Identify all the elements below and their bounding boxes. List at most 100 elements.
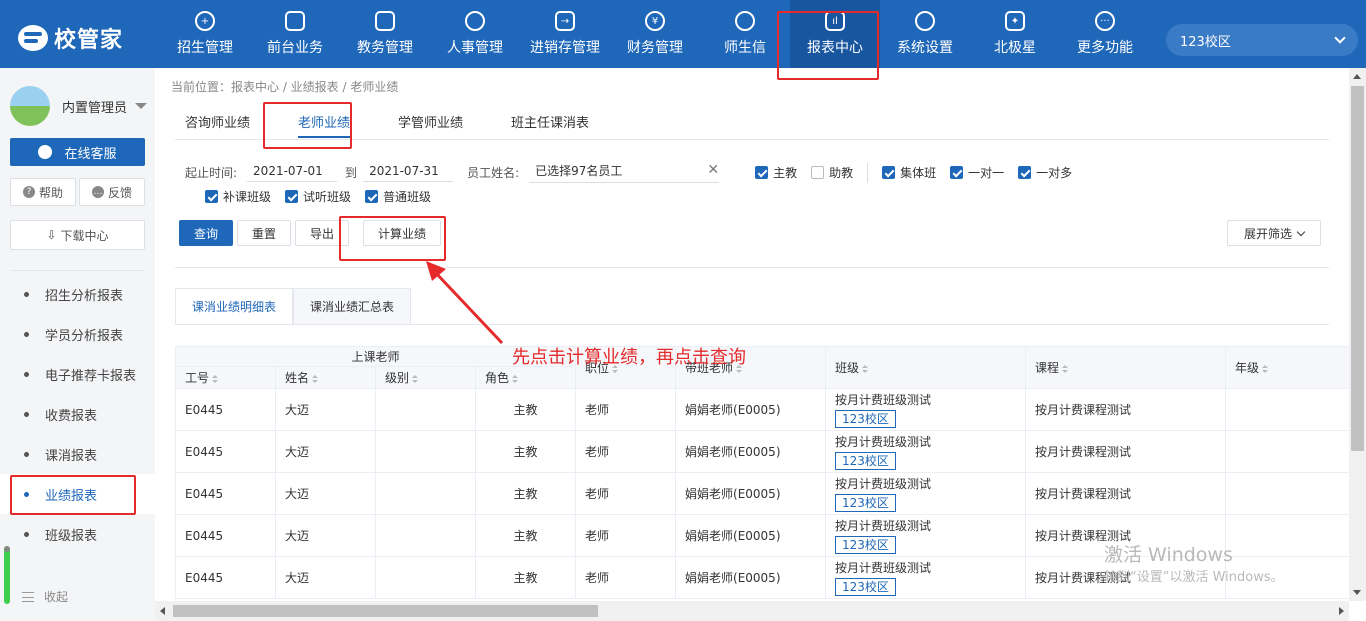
nav-item-5[interactable]: ¥ 财务管理	[610, 0, 700, 68]
sidebar-item-6[interactable]: 班级报表	[0, 514, 155, 554]
checkbox-icon[interactable]	[882, 166, 896, 179]
logo[interactable]: 校管家	[18, 22, 123, 54]
collapse-button[interactable]: 收起	[22, 588, 68, 605]
user-menu[interactable]: 内置管理员	[10, 86, 148, 126]
tab-0[interactable]: 咨询师业绩	[175, 104, 260, 138]
calc-performance-button[interactable]: 计算业绩	[363, 220, 442, 246]
header-grade[interactable]: 年级	[1225, 346, 1349, 389]
feedback-button[interactable]: … 反馈	[79, 178, 145, 206]
cell-level	[375, 472, 476, 515]
campus-tag: 123校区	[835, 494, 896, 512]
scroll-left-icon[interactable]	[160, 607, 165, 615]
checkbox-checks_row2-0[interactable]: 补课班级	[205, 188, 271, 205]
sidebar-item-label: 电子推荐卡报表	[45, 368, 137, 384]
checkbox-icon[interactable]	[365, 190, 379, 203]
table-row[interactable]: E0445 大迈 主教 老师 娟娟老师(E0005) 按月计费班级测试 123校区 按月计费课…	[175, 472, 1349, 515]
sort-icon[interactable]	[512, 374, 519, 383]
sort-icon[interactable]	[1262, 364, 1269, 373]
sidebar-item-5[interactable]: 业绩报表	[0, 474, 155, 514]
tab-3[interactable]: 班主任课消表	[501, 104, 599, 138]
online-service-button[interactable]: 在线客服	[10, 138, 145, 166]
checkbox-icon[interactable]	[811, 166, 825, 179]
nav-item-4[interactable]: → 进销存管理	[520, 0, 610, 68]
checkbox-icon[interactable]	[285, 190, 299, 203]
sidebar-item-2[interactable]: 电子推荐卡报表	[0, 354, 155, 394]
sort-icon[interactable]	[412, 374, 419, 383]
checkbox-checks_row1-2[interactable]: 集体班	[882, 164, 936, 181]
sidebar-item-label: 收费报表	[45, 408, 98, 424]
sort-icon[interactable]	[212, 374, 219, 383]
header-course[interactable]: 课程	[1025, 346, 1227, 389]
query-button[interactable]: 查询	[179, 220, 234, 246]
download-center-button[interactable]: ⇩ 下载中心	[10, 220, 145, 250]
checkbox-icon[interactable]	[1018, 166, 1032, 179]
nav-icon	[735, 11, 755, 31]
tab-2[interactable]: 学管师业绩	[388, 104, 473, 138]
nav-item-10[interactable]: ··· 更多功能	[1060, 0, 1150, 68]
staff-select[interactable]: 已选择97名员工 ✕	[529, 162, 720, 183]
sort-icon[interactable]	[312, 374, 319, 383]
header-role[interactable]: 角色	[474, 366, 577, 389]
checkbox-checks_row2-1[interactable]: 试听班级	[285, 188, 351, 205]
subtabs-divider	[175, 324, 1329, 325]
cell-id: E0445	[175, 514, 276, 557]
subtab-1[interactable]: 课消业绩汇总表	[293, 288, 412, 324]
reset-button[interactable]: 重置	[237, 220, 292, 246]
tab-1[interactable]: 老师业绩	[288, 104, 360, 138]
status-indicator-cap	[4, 546, 10, 552]
sidebar-item-1[interactable]: 学员分析报表	[0, 314, 155, 354]
scroll-up-icon[interactable]	[1353, 74, 1361, 79]
header-id[interactable]: 工号	[175, 366, 276, 389]
avatar	[10, 86, 50, 126]
nav-item-8[interactable]: 系统设置	[880, 0, 970, 68]
checkbox-checks_row1-1[interactable]: 助教	[811, 164, 853, 181]
vertical-scroll-thumb[interactable]	[1351, 86, 1364, 451]
checkbox-checks_row1-3[interactable]: 一对一	[950, 164, 1004, 181]
nav-item-2[interactable]: 教务管理	[340, 0, 430, 68]
table-row[interactable]: E0445 大迈 主教 老师 娟娟老师(E0005) 按月计费班级测试 123校区 按月计费课…	[175, 388, 1349, 431]
expand-filter-button[interactable]: 展开筛选	[1227, 220, 1322, 246]
nav-item-0[interactable]: + 招生管理	[160, 0, 250, 68]
end-date-input[interactable]: 2021-07-31	[363, 164, 454, 182]
sort-icon[interactable]	[1062, 364, 1069, 373]
nav-item-3[interactable]: 人事管理	[430, 0, 520, 68]
checkbox-icon[interactable]	[950, 166, 964, 179]
checkbox-icon[interactable]	[755, 166, 769, 179]
sidebar-item-0[interactable]: 招生分析报表	[0, 274, 155, 314]
header-name[interactable]: 姓名	[275, 366, 376, 389]
nav-item-1[interactable]: 前台业务	[250, 0, 340, 68]
scroll-right-icon[interactable]	[1339, 607, 1344, 615]
help-button[interactable]: ? 帮助	[10, 178, 76, 206]
checkbox-checks_row1-4[interactable]: 一对多	[1018, 164, 1072, 181]
checkbox-separator	[867, 162, 869, 183]
sort-icon[interactable]	[862, 364, 869, 373]
sidebar-item-4[interactable]: 课消报表	[0, 434, 155, 474]
campus-select[interactable]: 123校区	[1166, 24, 1358, 56]
checkbox-checks_row1-0[interactable]: 主教	[755, 164, 797, 181]
horizontal-scrollbar[interactable]	[155, 601, 1349, 621]
export-button[interactable]: 导出	[295, 220, 350, 246]
sidebar-item-3[interactable]: 收费报表	[0, 394, 155, 434]
checkbox-label: 补课班级	[223, 190, 272, 204]
table-row[interactable]: E0445 大迈 主教 老师 娟娟老师(E0005) 按月计费班级测试 123校区 按月计费课…	[175, 430, 1349, 473]
filter-divider	[175, 267, 1329, 268]
nav-icon: +	[195, 11, 215, 31]
nav-item-7[interactable]: ıl 报表中心	[790, 0, 880, 68]
header-level[interactable]: 级别	[375, 366, 476, 389]
start-date-input[interactable]: 2021-07-01	[247, 164, 338, 182]
horizontal-scroll-thumb[interactable]	[173, 605, 598, 617]
bullet-icon	[24, 291, 29, 297]
vertical-scrollbar[interactable]	[1349, 68, 1366, 601]
checkbox-icon[interactable]	[205, 190, 218, 203]
header-class[interactable]: 班级	[825, 346, 1027, 389]
nav-item-9[interactable]: ✦ 北极星	[970, 0, 1060, 68]
checkbox-label: 一对多	[1036, 166, 1073, 180]
cell-class-teacher: 娟娟老师(E0005)	[675, 514, 827, 557]
subtab-0[interactable]: 课消业绩明细表	[175, 288, 294, 324]
checkbox-checks_row2-2[interactable]: 普通班级	[365, 188, 431, 205]
clear-icon[interactable]: ✕	[707, 162, 719, 179]
cell-grade	[1225, 388, 1349, 431]
scroll-down-icon[interactable]	[1353, 590, 1361, 595]
nav-item-6[interactable]: 师生信	[700, 0, 790, 68]
cell-class: 按月计费班级测试 123校区	[825, 472, 1027, 515]
